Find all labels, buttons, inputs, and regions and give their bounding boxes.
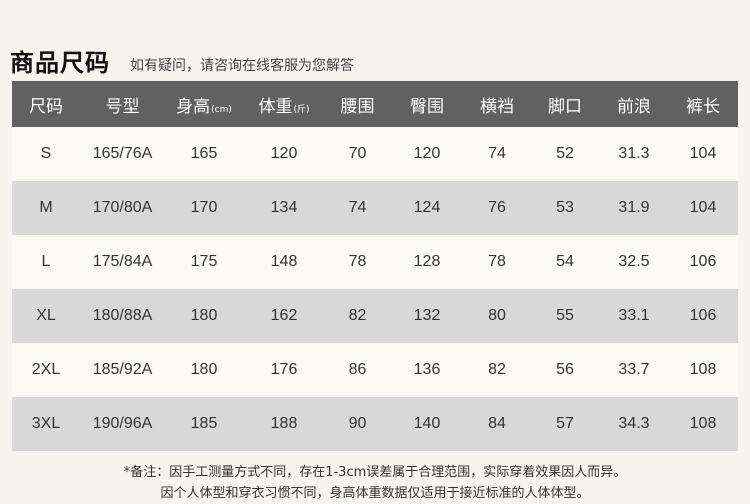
- column-header: 臀围: [390, 81, 464, 127]
- table-cell: XL: [12, 289, 80, 343]
- column-header-label: 尺码: [29, 96, 63, 117]
- table-row: XL 180/88A 180 162 82 132 80 55 33.1 106: [12, 289, 738, 343]
- column-header-label: 身高: [176, 96, 211, 117]
- table-cell: 124: [390, 181, 464, 235]
- column-header: 裤长: [668, 81, 738, 127]
- column-header: 体重(斤): [243, 81, 325, 127]
- table-cell: 148: [243, 235, 325, 289]
- column-header-label: 号型: [105, 96, 140, 117]
- table-cell: 31.3: [600, 127, 668, 181]
- column-header-unit: (cm): [211, 104, 232, 115]
- table-cell: S: [12, 127, 80, 181]
- size-table: 尺码 号型 身高(cm) 体重(斤) 腰围 臀围 横裆 脚口 前浪 裤长 S 165/76A 165 1…: [12, 81, 738, 451]
- table-row: S 165/76A 165 120 70 120 74 52 31.3 104: [12, 127, 738, 181]
- table-cell: 140: [390, 397, 464, 451]
- column-header: 横裆: [464, 81, 530, 127]
- table-cell: 170/80A: [80, 181, 165, 235]
- table-cell: 82: [325, 289, 390, 343]
- table-cell: 3XL: [12, 397, 80, 451]
- table-cell: 2XL: [12, 343, 80, 397]
- table-cell: M: [12, 181, 80, 235]
- table-cell: 74: [325, 181, 390, 235]
- column-header-label: 体重: [258, 96, 293, 117]
- column-header-label: 前浪: [617, 96, 651, 117]
- table-cell: 33.1: [600, 289, 668, 343]
- table-cell: 175/84A: [80, 235, 165, 289]
- table-cell: 180/88A: [80, 289, 165, 343]
- column-header-label: 臀围: [410, 96, 444, 117]
- table-cell: 185/92A: [80, 343, 165, 397]
- table-cell: L: [12, 235, 80, 289]
- page-title: 商品尺码: [10, 49, 110, 77]
- table-cell: 78: [464, 235, 530, 289]
- column-header: 脚口: [530, 81, 600, 127]
- table-header-row: 尺码 号型 身高(cm) 体重(斤) 腰围 臀围 横裆 脚口 前浪 裤长: [12, 81, 738, 127]
- table-cell: 162: [243, 289, 325, 343]
- table-row: 3XL 190/96A 185 188 90 140 84 57 34.3 108: [12, 397, 738, 451]
- table-cell: 70: [325, 127, 390, 181]
- table-cell: 120: [243, 127, 325, 181]
- table-row: M 170/80A 170 134 74 124 76 53 31.9 104: [12, 181, 738, 235]
- table-cell: 108: [668, 397, 738, 451]
- table-cell: 104: [668, 181, 738, 235]
- column-header: 尺码: [12, 81, 80, 127]
- table-cell: 76: [464, 181, 530, 235]
- table-cell: 90: [325, 397, 390, 451]
- table-cell: 57: [530, 397, 600, 451]
- column-header: 号型: [80, 81, 165, 127]
- table-cell: 84: [464, 397, 530, 451]
- table-cell: 82: [464, 343, 530, 397]
- page-subtitle: 如有疑问，请咨询在线客服为您解答: [130, 58, 354, 74]
- table-cell: 175: [165, 235, 243, 289]
- size-notes: *备注：因手工测量方式不同，存在1-3cm误差属于合理范围，实际穿着效果因人而异…: [0, 462, 750, 504]
- table-cell: 56: [530, 343, 600, 397]
- table-cell: 54: [530, 235, 600, 289]
- table-cell: 120: [390, 127, 464, 181]
- table-cell: 170: [165, 181, 243, 235]
- table-cell: 31.9: [600, 181, 668, 235]
- table-cell: 86: [325, 343, 390, 397]
- note-line-1: *备注：因手工测量方式不同，存在1-3cm误差属于合理范围，实际穿着效果因人而异…: [123, 465, 627, 480]
- table-cell: 165/76A: [80, 127, 165, 181]
- table-row: L 175/84A 175 148 78 128 78 54 32.5 106: [12, 235, 738, 289]
- table-cell: 180: [165, 289, 243, 343]
- column-header: 身高(cm): [165, 81, 243, 127]
- column-header-label: 腰围: [340, 96, 375, 117]
- table-cell: 132: [390, 289, 464, 343]
- table-cell: 190/96A: [80, 397, 165, 451]
- table-cell: 108: [668, 343, 738, 397]
- table-cell: 106: [668, 235, 738, 289]
- table-cell: 34.3: [600, 397, 668, 451]
- table-cell: 33.7: [600, 343, 668, 397]
- table-cell: 104: [668, 127, 738, 181]
- table-cell: 188: [243, 397, 325, 451]
- table-cell: 165: [165, 127, 243, 181]
- table-cell: 55: [530, 289, 600, 343]
- table-cell: 78: [325, 235, 390, 289]
- table-cell: 32.5: [600, 235, 668, 289]
- table-cell: 53: [530, 181, 600, 235]
- column-header-label: 横裆: [480, 96, 514, 117]
- table-cell: 185: [165, 397, 243, 451]
- table-cell: 134: [243, 181, 325, 235]
- table-cell: 106: [668, 289, 738, 343]
- column-header-label: 裤长: [686, 96, 720, 117]
- table-cell: 128: [390, 235, 464, 289]
- table-row: 2XL 185/92A 180 176 86 136 82 56 33.7 108: [12, 343, 738, 397]
- table-cell: 80: [464, 289, 530, 343]
- page-header: 商品尺码 如有疑问，请咨询在线客服为您解答: [10, 38, 354, 78]
- table-cell: 136: [390, 343, 464, 397]
- note-line-2: 因个人体型和穿衣习惯不同，身高体重数据仅适用于接近标准的人体体型。: [160, 486, 590, 501]
- table-cell: 176: [243, 343, 325, 397]
- column-header: 前浪: [600, 81, 668, 127]
- column-header-label: 脚口: [548, 96, 582, 117]
- column-header: 腰围: [325, 81, 390, 127]
- table-cell: 52: [530, 127, 600, 181]
- table-cell: 180: [165, 343, 243, 397]
- table-cell: 74: [464, 127, 530, 181]
- column-header-unit: (斤): [293, 104, 310, 115]
- table-body: S 165/76A 165 120 70 120 74 52 31.3 104 M 170/80A 17…: [12, 127, 738, 451]
